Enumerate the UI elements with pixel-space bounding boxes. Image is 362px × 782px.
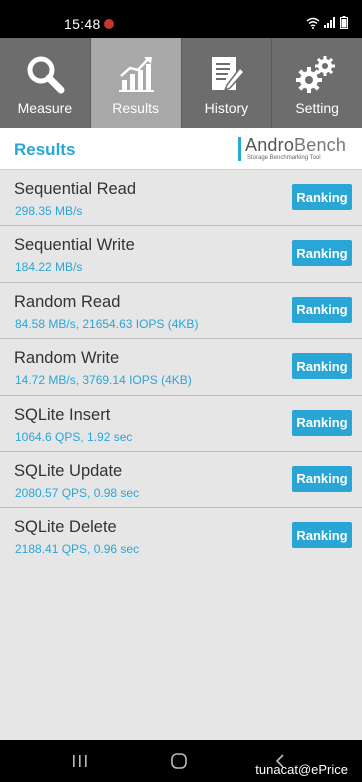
result-row-random-write: Random Write 14.72 MB/s, 3769.14 IOPS (4… [0, 339, 362, 396]
ranking-button[interactable]: Ranking [292, 296, 352, 323]
result-title: Sequential Write [14, 236, 135, 255]
tab-label: Setting [295, 100, 339, 116]
page-title: Results [14, 140, 76, 159]
ranking-button[interactable]: Ranking [292, 465, 352, 492]
results-header: Results AndroBench Storage Benchmarking … [0, 128, 362, 170]
gears-icon [295, 52, 339, 96]
ranking-button[interactable]: Ranking [292, 240, 352, 267]
ranking-button[interactable]: Ranking [292, 353, 352, 380]
result-row-sqlite-insert: SQLite Insert 1064.6 QPS, 1.92 sec Ranki… [0, 396, 362, 452]
system-nav-bar: tunacat@ePrice [0, 740, 362, 782]
result-title: SQLite Insert [14, 405, 111, 424]
logo-text-andro: Andro [245, 135, 295, 155]
result-row-sequential-read: Sequential Read 298.35 MB/s Ranking [0, 170, 362, 227]
watermark: tunacat@ePrice [255, 762, 348, 777]
result-value: 14.72 MB/s, 3769.14 IOPS (4KB) [15, 373, 192, 388]
home-icon [171, 753, 187, 769]
tab-history[interactable]: History [182, 38, 273, 128]
tab-results[interactable]: Results [90, 38, 182, 128]
results-list: Sequential Read 298.35 MB/s Ranking Sequ… [0, 170, 362, 740]
result-title: SQLite Update [14, 461, 123, 480]
ranking-button[interactable]: Ranking [292, 522, 352, 549]
result-value: 84.58 MB/s, 21654.63 IOPS (4KB) [15, 316, 199, 331]
result-value: 2080.57 QPS, 0.98 sec [15, 485, 140, 500]
logo-subtitle: Storage Benchmarking Tool [247, 155, 321, 161]
bar-chart-icon [114, 52, 158, 96]
tab-bar: Measure Results History Setting [0, 38, 362, 128]
result-value: 184.22 MB/s [15, 260, 83, 275]
home-button[interactable] [168, 750, 190, 772]
result-title: SQLite Delete [14, 518, 117, 537]
ranking-button[interactable]: Ranking [292, 409, 352, 436]
ranking-button[interactable]: Ranking [292, 184, 352, 210]
tab-label: Results [112, 100, 159, 116]
tab-label: Measure [17, 100, 73, 116]
result-row-sqlite-update: SQLite Update 2080.57 QPS, 0.98 sec Rank… [0, 452, 362, 509]
result-title: Random Read [14, 292, 121, 311]
recent-apps-icon [73, 755, 87, 767]
tab-label: History [204, 100, 249, 116]
androbench-logo: AndroBench Storage Benchmarking Tool [238, 133, 348, 165]
result-value: 2188.41 QPS, 0.96 sec [15, 542, 140, 557]
document-edit-icon [204, 52, 248, 96]
logo-text-bench: Bench [294, 135, 347, 155]
tab-setting[interactable]: Setting [272, 38, 362, 128]
status-bar: 15:48 [0, 0, 362, 38]
tab-measure[interactable]: Measure [0, 38, 91, 128]
result-title: Sequential Read [14, 180, 137, 198]
notification-icon [104, 19, 114, 29]
battery-icon [340, 16, 348, 29]
status-time: 15:48 [64, 16, 101, 32]
result-row-random-read: Random Read 84.58 MB/s, 21654.63 IOPS (4… [0, 283, 362, 340]
wifi-icon [306, 17, 320, 29]
result-row-sqlite-delete: SQLite Delete 2188.41 QPS, 0.96 sec Rank… [0, 508, 362, 564]
magnifier-icon [23, 52, 67, 96]
result-title: Random Write [14, 349, 120, 368]
result-row-sequential-write: Sequential Write 184.22 MB/s Ranking [0, 226, 362, 283]
result-value: 298.35 MB/s [15, 204, 83, 218]
result-value: 1064.6 QPS, 1.92 sec [15, 429, 133, 444]
status-icons [306, 16, 348, 29]
signal-icon [324, 17, 335, 28]
recent-apps-button[interactable] [70, 750, 90, 772]
